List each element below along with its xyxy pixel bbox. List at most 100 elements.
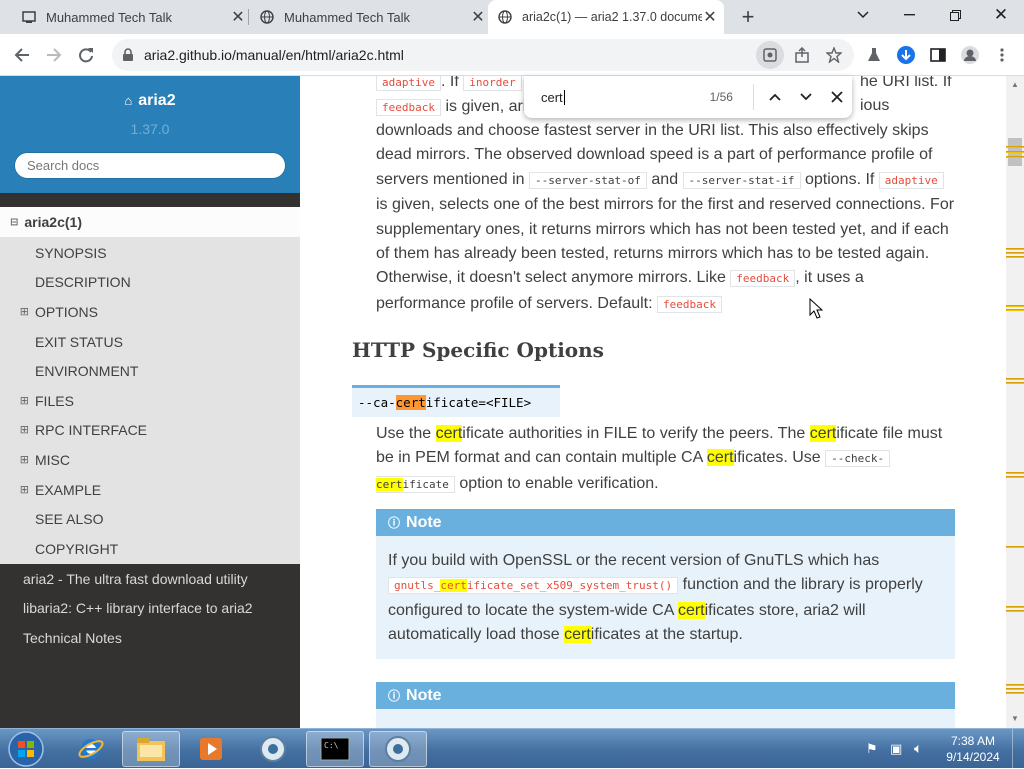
back-icon[interactable]: [8, 41, 36, 69]
find-next-icon[interactable]: [791, 81, 822, 113]
close-tab-icon[interactable]: ✕: [230, 7, 246, 27]
minimize-icon[interactable]: [886, 0, 932, 30]
forward-icon[interactable]: [40, 41, 68, 69]
text: ificate file must: [836, 425, 943, 442]
bookmark-star-icon[interactable]: [820, 41, 848, 69]
find-match: cert: [376, 477, 403, 491]
side-panel-icon[interactable]: [924, 41, 952, 69]
tab-search-icon[interactable]: [840, 0, 886, 30]
find-close-icon[interactable]: [821, 81, 852, 113]
taskbar-media-player[interactable]: [182, 731, 240, 767]
text: --ca-: [358, 395, 396, 410]
address-bar[interactable]: aria2.github.io/manual/en/html/aria2c.ht…: [112, 39, 854, 71]
find-match: cert: [677, 601, 705, 619]
note-admonition: ⓘ Note If you build with OpenSSL or the r…: [376, 509, 955, 659]
expand-icon[interactable]: ⊞: [0, 305, 35, 318]
sidebar-link-technical-notes[interactable]: Technical Notes: [23, 630, 122, 646]
toc-item-see-also[interactable]: SEE ALSO: [0, 504, 300, 533]
toc-item-synopsis[interactable]: SYNOPSIS: [0, 238, 300, 267]
taskbar-internet-explorer[interactable]: [62, 731, 120, 767]
clock[interactable]: 7:38 AM 9/14/2024: [940, 733, 1006, 765]
toc-item-label: SEE ALSO: [35, 510, 104, 527]
find-count: 1/56: [709, 90, 733, 104]
internet-explorer-icon: [78, 739, 104, 759]
scroll-up-arrow-icon[interactable]: ▲: [1011, 80, 1019, 89]
menu-kebab-icon[interactable]: [988, 41, 1016, 69]
find-divider: [752, 84, 754, 110]
restore-icon[interactable]: [932, 0, 978, 30]
close-window-icon[interactable]: ✕: [978, 0, 1024, 30]
scroll-down-arrow-icon[interactable]: ▼: [1011, 714, 1019, 723]
code-inline: --server-stat-of: [528, 171, 647, 189]
text-line: be in PEM format and can contain multipl…: [376, 446, 976, 471]
project-home-link[interactable]: ⌂ aria2: [0, 92, 300, 110]
taskbar-browser-active[interactable]: [369, 731, 427, 767]
reload-icon[interactable]: [72, 41, 100, 69]
expand-icon[interactable]: ⊞: [0, 394, 35, 407]
taskbar-file-explorer[interactable]: [122, 731, 180, 767]
tab-1[interactable]: Muhammed Tech Talk ✕: [10, 0, 246, 34]
code-inline: feedback: [730, 270, 796, 288]
doc-content: adaptive. If inorder he URI list. If feed…: [300, 76, 1006, 728]
search-input[interactable]: [14, 152, 286, 179]
taskbar-chrome-like[interactable]: [244, 731, 302, 767]
text: ificate=<FILE>: [425, 395, 532, 410]
tab-2[interactable]: Muhammed Tech Talk ✕: [250, 0, 486, 34]
expand-icon[interactable]: ⊞: [0, 453, 35, 466]
toc-item-rpc-interface[interactable]: ⊞ RPC INTERFACE: [0, 415, 300, 444]
volume-icon[interactable]: 🔈︎: [914, 740, 922, 757]
download-icon[interactable]: [892, 41, 920, 69]
tab-separator: [248, 9, 249, 25]
page-scrollbar[interactable]: ▲ ▼: [1006, 76, 1024, 728]
toc-item-environment[interactable]: ENVIRONMENT: [0, 356, 300, 385]
find-previous-icon[interactable]: [760, 81, 791, 113]
close-tab-icon[interactable]: ✕: [702, 7, 718, 27]
code-inline: adaptive: [878, 171, 944, 189]
sidebar-link-aria2[interactable]: aria2 - The ultra fast download utility: [23, 571, 248, 587]
show-desktop-button[interactable]: [1012, 729, 1024, 769]
page-icon: [22, 10, 36, 24]
code-inline: gnutls_: [394, 579, 441, 593]
find-marker: [1006, 156, 1024, 158]
close-tab-icon[interactable]: ✕: [470, 7, 486, 27]
expand-icon[interactable]: ⊞: [0, 423, 35, 436]
text-line: performance profile of servers. Default:…: [376, 292, 966, 317]
sidebar-link-libaria2[interactable]: libaria2: C++ library interface to aria2: [23, 600, 253, 616]
find-match: cert: [564, 626, 591, 644]
tab-3-active[interactable]: aria2c(1) — aria2 1.37.0 docume ✕: [488, 0, 724, 34]
action-center-flag-icon[interactable]: ⚑: [866, 741, 878, 757]
note-admonition: ⓘ Note: [376, 682, 955, 728]
find-input[interactable]: cert: [541, 89, 685, 105]
toc-item-description[interactable]: DESCRIPTION: [0, 267, 300, 296]
text: options. If: [804, 170, 875, 188]
expand-icon[interactable]: ⊞: [0, 483, 35, 496]
extensions-flask-icon[interactable]: [860, 41, 888, 69]
lock-icon[interactable]: [122, 48, 136, 62]
start-button[interactable]: [6, 730, 46, 768]
toc-item-options[interactable]: ⊞ OPTIONS: [0, 297, 300, 326]
text-line: certificate option to enable verificatio…: [376, 472, 976, 497]
code-inline: ificate: [402, 477, 449, 491]
toc-item-files[interactable]: ⊞ FILES: [0, 386, 300, 415]
option-signature[interactable]: --ca-cert ificate=<FILE>: [352, 385, 560, 417]
share-icon[interactable]: [788, 41, 816, 69]
toc-item-exit-status[interactable]: EXIT STATUS: [0, 327, 300, 356]
toc-root-item[interactable]: ⊟ aria2c(1): [0, 207, 300, 237]
toc-item-label: SYNOPSIS: [35, 244, 107, 261]
toc-item-misc[interactable]: ⊞ MISC: [0, 445, 300, 474]
plus-icon[interactable]: +: [736, 5, 760, 29]
text: be in PEM format and can contain multipl…: [376, 449, 703, 467]
browser-globe-icon: [260, 736, 286, 762]
toc-item-example[interactable]: ⊞ EXAMPLE: [0, 475, 300, 504]
globe-icon: [498, 10, 512, 24]
taskbar-command-prompt[interactable]: C:\: [306, 731, 364, 767]
clock-time: 7:38 AM: [950, 734, 996, 748]
google-lens-icon[interactable]: [756, 41, 784, 69]
paragraph-ca-certificate: Use the certificate authorities in FILE …: [376, 422, 976, 497]
network-icon[interactable]: ▣: [890, 741, 902, 757]
toc-item-label: MISC: [35, 451, 70, 468]
profile-avatar-icon[interactable]: [956, 41, 984, 69]
collapse-icon[interactable]: ⊟: [10, 217, 18, 228]
text: servers mentioned in: [376, 170, 525, 188]
toc-item-copyright[interactable]: COPYRIGHT: [0, 534, 300, 563]
